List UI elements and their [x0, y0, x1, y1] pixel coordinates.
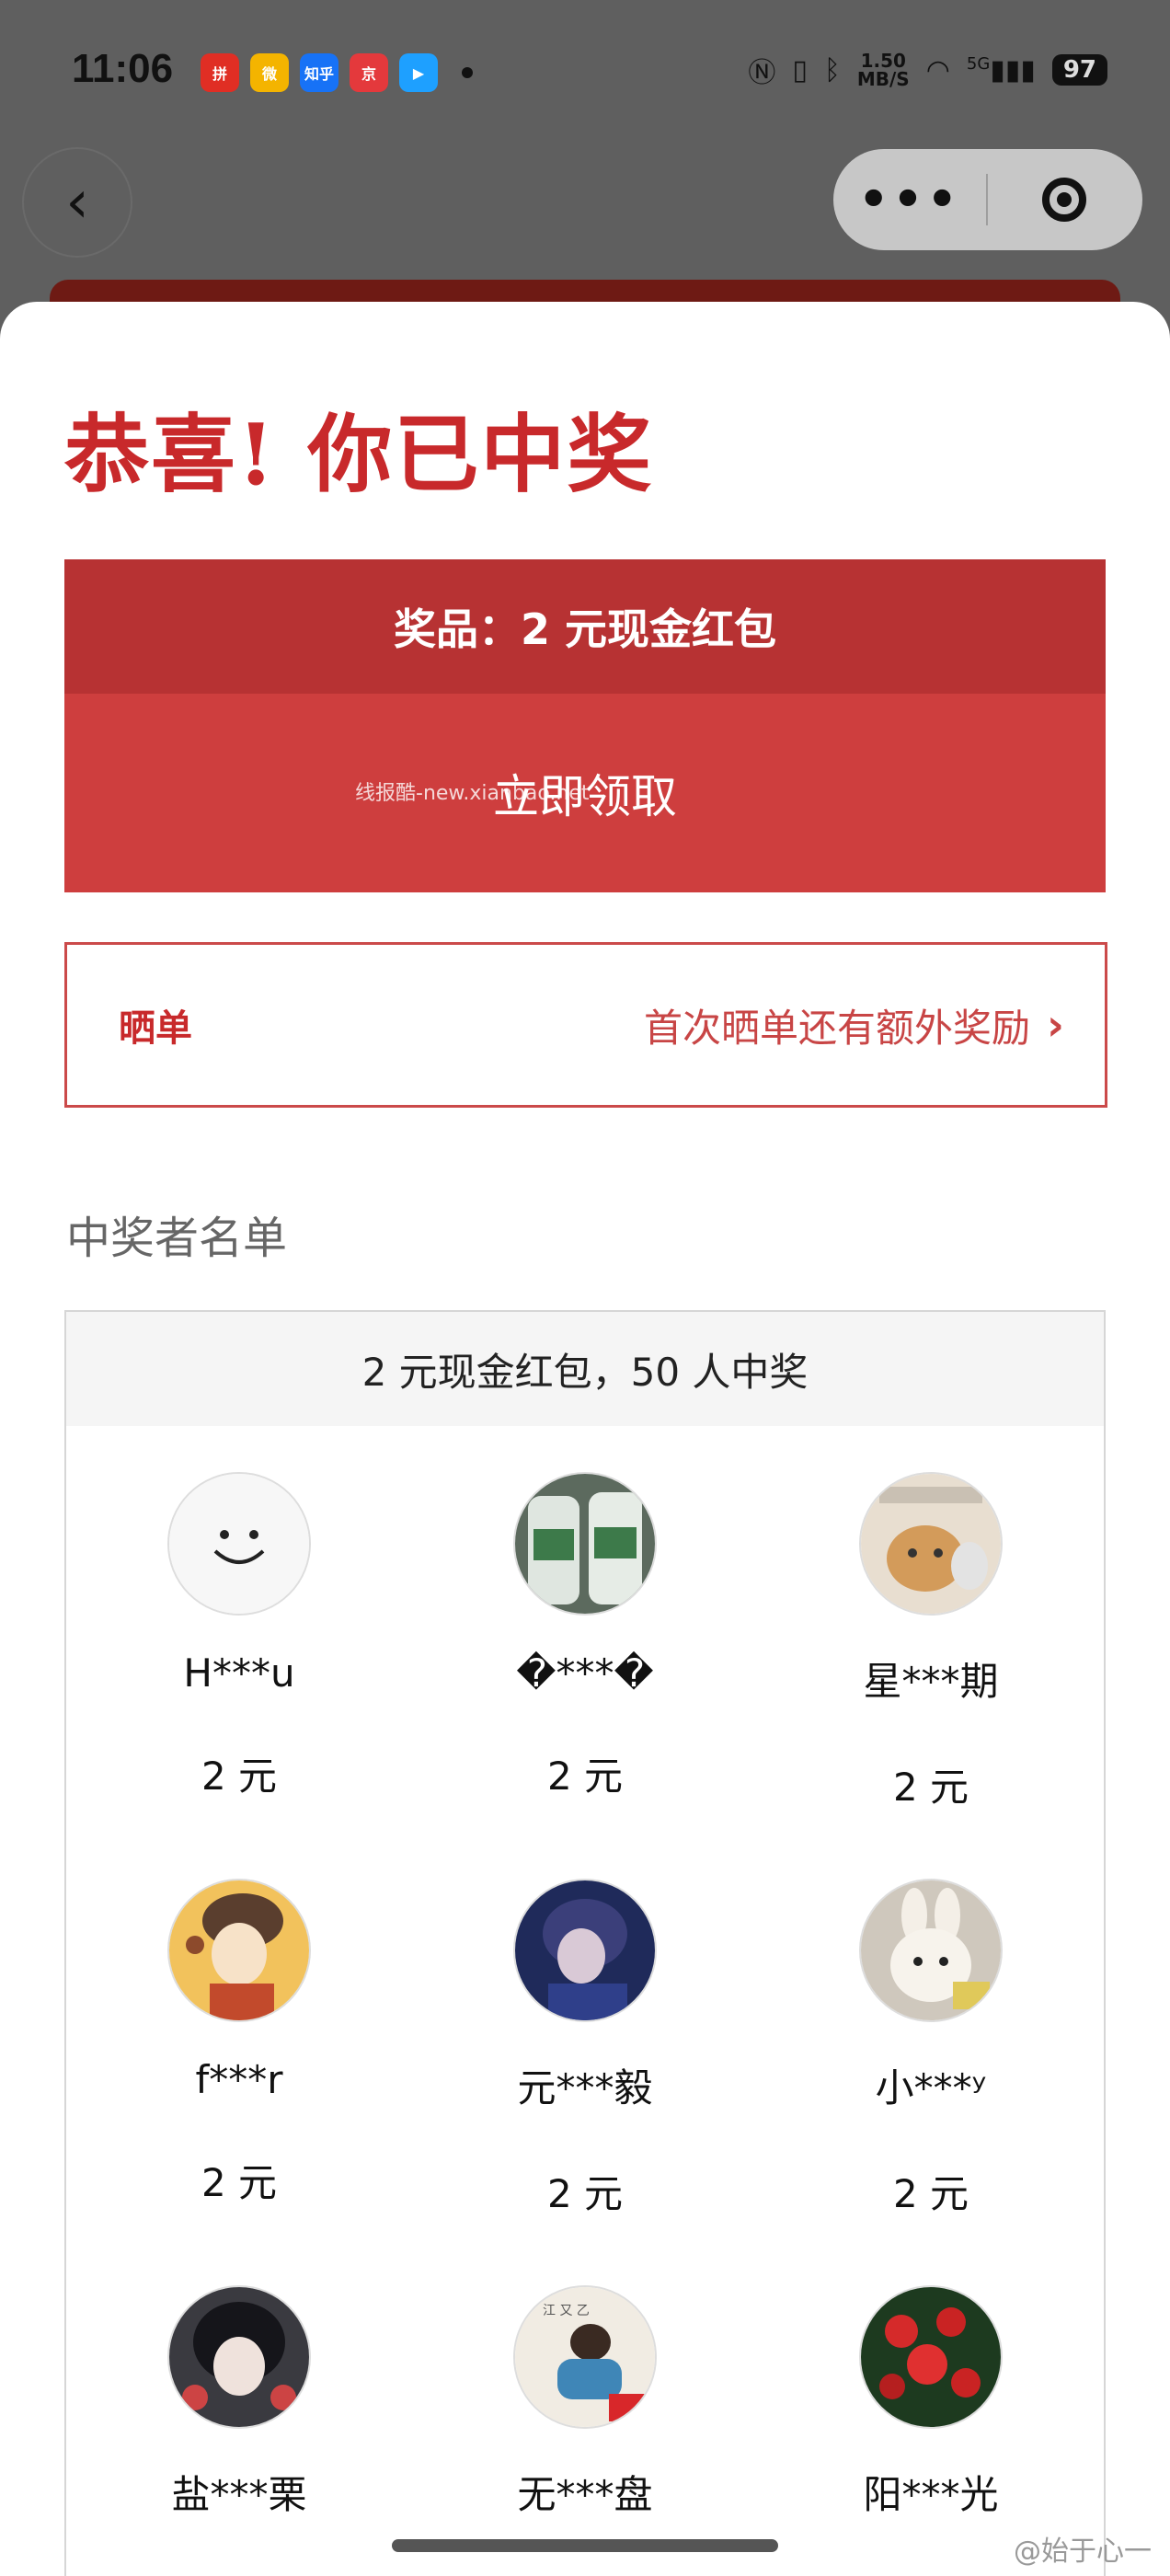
winner-name: 阳***光 [863, 2472, 999, 2517]
avatar [859, 1879, 1003, 2022]
pinduoduo-icon: 拼 [201, 53, 239, 92]
video-icon: ▶ [399, 53, 438, 92]
more-button[interactable]: ••• [833, 172, 986, 227]
winner-amount: 2 元 [546, 2171, 624, 2216]
wifi-icon: ◠ [925, 53, 950, 86]
avatar [513, 1472, 657, 1616]
watermark: 线报酷-new.xianbao.net [355, 782, 590, 805]
nfc-icon: Ⓝ [748, 57, 776, 89]
winner-item: 元***毅 2 元 [412, 1833, 758, 2239]
miniprogram-capsule: ••• [833, 149, 1142, 250]
winner-item: H***u 2 元 [66, 1426, 412, 1833]
winner-item: �***� 2 元 [412, 1426, 758, 1833]
winner-name: 盐***栗 [171, 2472, 307, 2517]
svg-text:江 又 乙: 江 又 乙 [543, 2304, 590, 2318]
net-speed: 1.50 MB/S [856, 50, 910, 90]
winners-title: 中奖者名单 [66, 1213, 288, 1264]
share-order-row[interactable]: 晒单 首次晒单还有额外奖励 › [64, 942, 1107, 1108]
avatar [859, 1472, 1003, 1616]
vibrate-icon: ▯ [792, 53, 808, 86]
winner-amount: 2 元 [892, 2171, 969, 2216]
battery-icon: 97 [1051, 54, 1107, 86]
winner-item: 盐***栗 [66, 2239, 412, 2576]
system-indicators: Ⓝ ▯ ᛒ 1.50 MB/S ◠ 5G▮▮▮ 97 [748, 50, 1107, 90]
notification-app-icons: 拼微知乎京 ▶ [201, 53, 473, 92]
winner-amount: 2 元 [201, 1754, 278, 1799]
avatar: 江 又 乙 [513, 2285, 657, 2429]
avatar [167, 1879, 311, 2022]
winners-grid: H***u 2 元 �***� 2 元星***期 2 元 f***r 2 元元***毅 2 元… [66, 1426, 1104, 2576]
winner-amount: 2 元 [892, 1765, 969, 1810]
winner-amount: 2 元 [201, 2160, 278, 2205]
bluetooth-icon: ᛒ [823, 53, 841, 86]
share-label: 晒单 [119, 1007, 192, 1050]
winner-name: 星***期 [863, 1659, 999, 1704]
winners-summary: 2 元现金红包，50 人中奖 [66, 1312, 1104, 1426]
zhihu-icon: 知乎 [300, 53, 338, 92]
back-button[interactable]: ‹ [22, 147, 132, 258]
close-miniprogram-button[interactable] [988, 178, 1141, 222]
share-hint: 首次晒单还有额外奖励 › [644, 1000, 1064, 1051]
winner-amount: 2 元 [546, 1754, 624, 1799]
target-icon [1042, 178, 1086, 222]
prize-card: 奖品：2 元现金红包 立即领取 线报酷-new.xianbao.net [64, 559, 1106, 892]
avatar [167, 1472, 311, 1616]
winner-name: H***u [183, 1650, 295, 1696]
status-bar: 11:06 拼微知乎京 ▶ Ⓝ ▯ ᛒ 1.50 MB/S ◠ 5G▮▮▮ 97 [0, 0, 1170, 147]
home-indicator[interactable] [392, 2539, 778, 2552]
winner-item: 阳***光 [758, 2239, 1104, 2576]
claim-button[interactable]: 立即领取 线报酷-new.xianbao.net [64, 694, 1106, 892]
jd-icon: 京 [350, 53, 388, 92]
winner-name: �***� [516, 1650, 654, 1696]
chevron-right-icon: › [1047, 1000, 1064, 1050]
prize-label: 奖品：2 元现金红包 [64, 559, 1106, 694]
more-notifications-dot [462, 67, 473, 78]
avatar [513, 1879, 657, 2022]
prize-sheet: 恭喜! 你已中奖 奖品：2 元现金红包 立即领取 线报酷-new.xianbao… [0, 302, 1170, 2576]
winner-name: 无***盘 [517, 2472, 653, 2517]
winner-item: 星***期 2 元 [758, 1426, 1104, 1833]
winner-name: 元***毅 [517, 2065, 653, 2110]
avatar [167, 2285, 311, 2429]
winner-name: f***r [195, 2057, 283, 2102]
winner-item: f***r 2 元 [66, 1833, 412, 2239]
weibo-icon: 微 [250, 53, 289, 92]
winner-item: 江 又 乙无***盘 [412, 2239, 758, 2576]
signal-icon: 5G▮▮▮ [966, 53, 1036, 86]
status-time: 11:06 [72, 46, 174, 91]
winners-list: 2 元现金红包，50 人中奖 H***u 2 元 �***� 2 元星***期 2 元f… [64, 1310, 1106, 2576]
congrats-title: 恭喜! 你已中奖 [64, 405, 654, 504]
avatar [859, 2285, 1003, 2429]
winner-name: 小***ʸ [875, 2065, 987, 2110]
back-arrow-icon: ‹ [65, 168, 89, 236]
winner-item: 小***ʸ 2 元 [758, 1833, 1104, 2239]
source-credit: @始于心一 [1014, 2536, 1152, 2568]
